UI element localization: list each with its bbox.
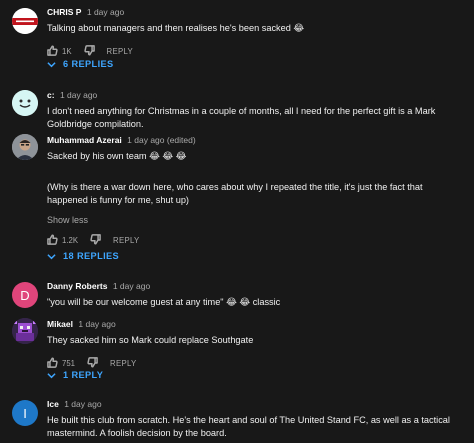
reply-button[interactable]: REPLY [113, 236, 140, 245]
avatar-pixel-art-image [12, 318, 38, 344]
like-count: 1K [62, 46, 72, 56]
like-count: 751 [62, 358, 76, 368]
like-count: 1.2K [62, 235, 79, 245]
avatar[interactable] [12, 134, 38, 160]
view-replies-button[interactable]: 6 REPLIES [47, 59, 114, 69]
comment-text-continued: (Why is there a war down here, who cares… [47, 182, 423, 205]
avatar[interactable] [12, 318, 38, 344]
comment-timestamp[interactable]: 1 day ago [78, 319, 115, 329]
reply-button[interactable]: REPLY [110, 359, 137, 368]
avatar-letter: D [20, 287, 30, 303]
thumbs-up-icon[interactable] [47, 44, 58, 58]
chevron-down-icon [47, 61, 56, 67]
comment-timestamp[interactable]: 1 day ago [113, 281, 150, 291]
comment-text: Sacked by his own team 😂 😂 😂 [47, 151, 187, 161]
thumbs-up-icon[interactable] [47, 356, 58, 370]
replies-count-label: 18 REPLIES [63, 251, 120, 261]
comment-timestamp[interactable]: 1 day ago (edited) [127, 135, 196, 145]
comment-timestamp[interactable]: 1 day ago [64, 399, 101, 409]
thumbs-up-icon[interactable] [47, 233, 58, 247]
comment-text: Talking about managers and then realises… [47, 23, 305, 33]
chevron-down-icon [47, 253, 56, 259]
show-less-button[interactable]: Show less [47, 215, 462, 225]
replies-count-label: 1 REPLY [63, 370, 104, 380]
smiley-face-icon [12, 90, 38, 116]
avatar-letter: I [23, 405, 27, 421]
thumbs-down-icon[interactable] [87, 356, 98, 370]
thumbs-down-icon[interactable] [90, 233, 101, 247]
comment-author[interactable]: Danny Roberts [47, 281, 107, 291]
chevron-down-icon [47, 372, 56, 378]
comment-actions: 1.2K REPLY [47, 233, 462, 247]
avatar[interactable] [12, 8, 38, 34]
comment-actions: 1K REPLY [47, 44, 462, 58]
thumbs-down-icon[interactable] [83, 44, 95, 58]
replies-count-label: 6 REPLIES [63, 59, 114, 69]
reply-button[interactable]: REPLY [107, 47, 134, 56]
comment-text: I don't need anything for Christmas in a… [47, 106, 436, 129]
comment-actions: 751 REPLY [47, 356, 462, 370]
comment-author[interactable]: c: [47, 90, 55, 100]
comment-author[interactable]: Mikael [47, 319, 73, 329]
comment-author[interactable]: Ice [47, 399, 59, 409]
avatar-logo-image [12, 8, 38, 34]
comment-timestamp[interactable]: 1 day ago [87, 7, 124, 17]
comment-author[interactable]: Muhammad Azerai [47, 135, 122, 145]
avatar[interactable]: D [12, 282, 38, 308]
view-replies-button[interactable]: 18 REPLIES [47, 251, 119, 261]
view-replies-button[interactable]: 1 REPLY [47, 370, 103, 380]
comment-text: They sacked him so Mark could replace So… [47, 335, 254, 345]
comment-author[interactable]: CHRIS P [47, 7, 81, 17]
comment-timestamp[interactable]: 1 day ago [60, 90, 97, 100]
avatar[interactable]: I [12, 400, 38, 426]
avatar-photo-image [12, 134, 38, 160]
comment-text: He built this club from scratch. He's th… [47, 415, 450, 438]
comment-text: "you will be our welcome guest at any ti… [47, 297, 281, 307]
avatar[interactable] [12, 90, 38, 116]
